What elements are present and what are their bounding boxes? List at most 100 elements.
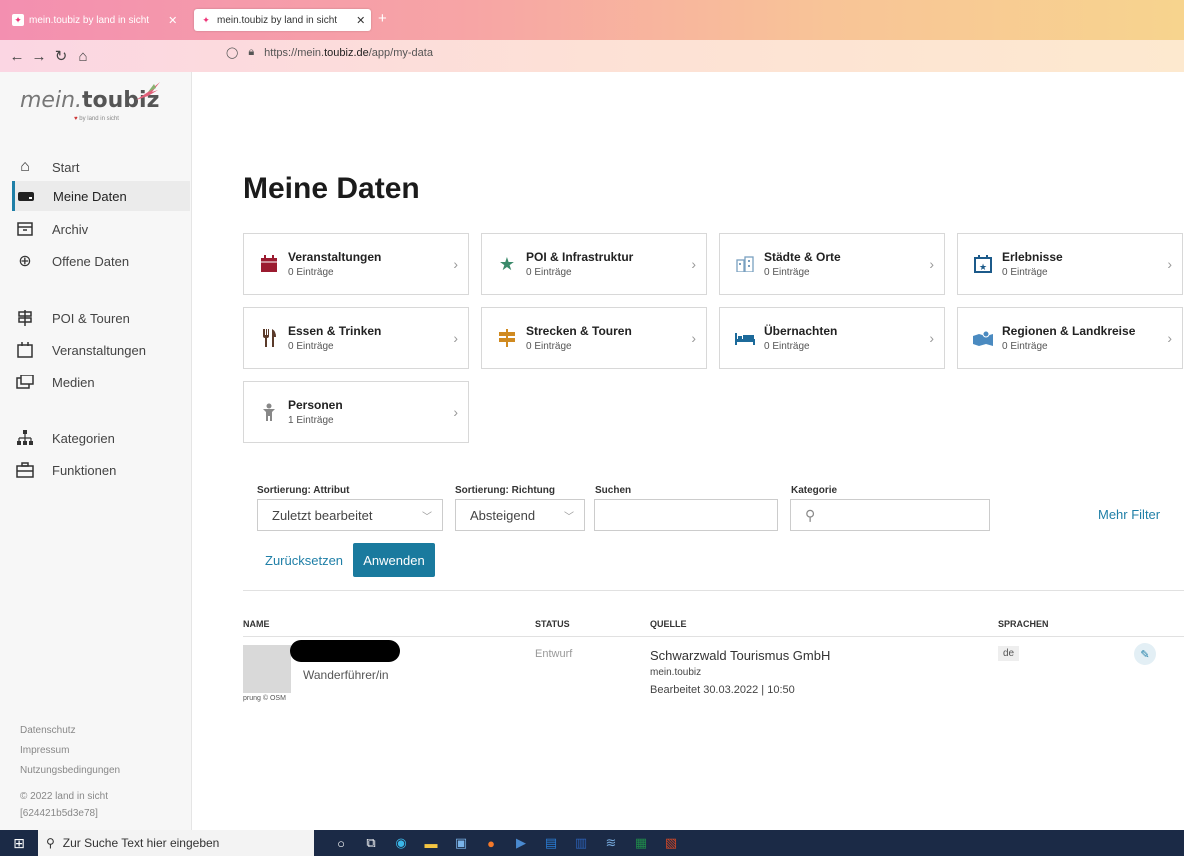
browser-tab-1[interactable]: ✦ mein.toubiz by land in sicht ✕ [6, 9, 183, 31]
card-count: 0 Einträge [288, 341, 334, 352]
sidebar-item-offene-daten[interactable]: ⊕ Offene Daten [14, 246, 192, 276]
windows-start-icon[interactable]: ⊞ [0, 830, 38, 856]
column-header-name[interactable]: NAME [243, 619, 270, 629]
card-title: Essen & Trinken [288, 324, 382, 338]
card-title: Veranstaltungen [288, 250, 382, 264]
chevron-right-icon: › [1167, 330, 1172, 346]
chevron-right-icon: › [691, 330, 696, 346]
media-player-icon[interactable]: ▶ [506, 830, 536, 856]
sidebar-item-funktionen[interactable]: Funktionen [14, 455, 192, 485]
row-subtitle: Wanderführer/in [303, 668, 389, 682]
search-icon: ⚲ [805, 506, 816, 523]
column-header-languages[interactable]: SPRACHEN [998, 619, 1049, 629]
word-icon[interactable]: ▥ [566, 830, 596, 856]
chevron-down-icon: ﹀ [422, 512, 432, 523]
chevron-down-icon: ﹀ [564, 512, 574, 523]
powerpoint-icon[interactable]: ▧ [656, 830, 686, 856]
excel-icon[interactable]: ▦ [626, 830, 656, 856]
sidebar-item-kategorien[interactable]: Kategorien [14, 423, 192, 453]
footer-link-datenschutz[interactable]: Datenschutz [20, 725, 76, 736]
file-explorer-icon[interactable]: ▬ [416, 830, 446, 856]
close-tab-icon[interactable]: ✕ [356, 14, 365, 27]
chevron-right-icon: › [691, 256, 696, 272]
calendar-filled-icon [254, 255, 284, 273]
category-label: Kategorie [791, 485, 838, 496]
wifi-icon[interactable]: ≋ [596, 830, 626, 856]
media-icon [14, 373, 36, 391]
card-title: POI & Infrastruktur [526, 250, 634, 264]
chevron-right-icon: › [929, 330, 934, 346]
card-veranstaltungen[interactable]: Veranstaltungen 0 Einträge › [243, 233, 469, 295]
category-input[interactable]: ⚲ [790, 499, 990, 531]
sort-attribute-select[interactable]: Zuletzt bearbeitet ﹀ [257, 499, 443, 531]
card-title: Übernachten [764, 324, 838, 338]
reset-link[interactable]: Zurücksetzen [265, 553, 343, 568]
archive-icon [14, 220, 36, 238]
sidebar-item-start[interactable]: ⌂ Start [14, 152, 192, 182]
globe-icon: ⊕ [18, 253, 32, 270]
sort-attribute-label: Sortierung: Attribut [257, 485, 350, 496]
row-source-sub: mein.toubiz [650, 667, 702, 678]
cortana-icon[interactable]: ○ [326, 830, 356, 856]
buildings-icon [730, 256, 760, 272]
forward-arrow-icon[interactable]: → [28, 48, 50, 65]
taskbar-search-input[interactable]: ⚲ Zur Suche Text hier eingeben [38, 830, 314, 856]
new-tab-button[interactable]: + [378, 10, 387, 27]
card-count: 0 Einträge [526, 341, 572, 352]
chevron-right-icon: › [929, 256, 934, 272]
card-essen-trinken[interactable]: Essen & Trinken 0 Einträge › [243, 307, 469, 369]
toubiz-favicon: ✦ [200, 14, 212, 26]
footer-link-impressum[interactable]: Impressum [20, 745, 69, 756]
close-tab-icon[interactable]: ✕ [168, 14, 177, 27]
search-input[interactable] [594, 499, 778, 531]
card-personen[interactable]: Personen 1 Einträge › [243, 381, 469, 443]
row-edited: Bearbeitet 30.03.2022 | 10:50 [650, 684, 795, 696]
card-title: Regionen & Landkreise [1002, 324, 1136, 338]
edit-pencil-icon[interactable]: ✎ [1134, 643, 1156, 665]
more-filters-link[interactable]: Mehr Filter [1098, 507, 1160, 522]
card-erlebnisse[interactable]: ★ Erlebnisse 0 Einträge › [957, 233, 1183, 295]
hierarchy-icon [14, 429, 36, 447]
calendar-icon [14, 341, 36, 359]
edge-icon[interactable]: ◉ [386, 830, 416, 856]
firefox-icon[interactable]: ● [476, 830, 506, 856]
store-icon[interactable]: ▣ [446, 830, 476, 856]
bed-icon [730, 331, 760, 345]
card-staedte-orte[interactable]: Städte & Orte 0 Einträge › [719, 233, 945, 295]
thumbnail-caption: prung © OSM [243, 695, 286, 702]
url-text: https://mein.toubiz.de/app/my-data [264, 46, 433, 59]
person-icon [254, 403, 284, 421]
card-regionen-landkreise[interactable]: Regionen & Landkreise 0 Einträge › [957, 307, 1183, 369]
chevron-right-icon: › [1167, 256, 1172, 272]
card-count: 0 Einträge [764, 341, 810, 352]
row-thumbnail[interactable] [243, 645, 291, 693]
home-icon[interactable]: ⌂ [72, 48, 94, 65]
home-icon: ⌂ [20, 158, 30, 175]
sort-direction-select[interactable]: Absteigend ﹀ [455, 499, 585, 531]
footer-link-nutzungsbedingungen[interactable]: Nutzungsbedingungen [20, 765, 120, 776]
sidebar-item-poi-touren[interactable]: POI & Touren [14, 303, 192, 333]
column-header-source[interactable]: QUELLE [650, 619, 687, 629]
calendar-star-icon: ★ [968, 255, 998, 273]
url-bar[interactable]: ◯ 🔒︎ https://mein.toubiz.de/app/my-data [226, 46, 433, 59]
status-badge: Entwurf [535, 648, 573, 660]
sidebar-item-medien[interactable]: Medien [14, 367, 192, 397]
sidebar-item-archiv[interactable]: Archiv [14, 214, 192, 244]
sidebar-item-veranstaltungen[interactable]: Veranstaltungen [14, 335, 192, 365]
sidebar: mein.toubiz ♥ by land in sicht ⌂ Start Me… [0, 72, 192, 830]
browser-tab-2[interactable]: ✦ mein.toubiz by land in sicht ✕ [194, 9, 372, 31]
apply-button[interactable]: Anwenden [353, 543, 435, 577]
sidebar-item-meine-daten[interactable]: Meine Daten [12, 181, 190, 211]
tab-title: mein.toubiz by land in sicht [29, 14, 150, 26]
outlook-icon[interactable]: ▤ [536, 830, 566, 856]
back-arrow-icon[interactable]: ← [6, 48, 28, 65]
column-header-status[interactable]: STATUS [535, 619, 570, 629]
card-uebernachten[interactable]: Übernachten 0 Einträge › [719, 307, 945, 369]
card-strecken-touren[interactable]: Strecken & Touren 0 Einträge › [481, 307, 707, 369]
card-poi-infrastruktur[interactable]: ★ POI & Infrastruktur 0 Einträge › [481, 233, 707, 295]
divider [243, 636, 1184, 637]
reload-icon[interactable]: ↻ [50, 47, 72, 65]
svg-text:★: ★ [979, 262, 987, 272]
card-count: 1 Einträge [288, 415, 334, 426]
task-view-icon[interactable]: ⧉ [356, 830, 386, 856]
